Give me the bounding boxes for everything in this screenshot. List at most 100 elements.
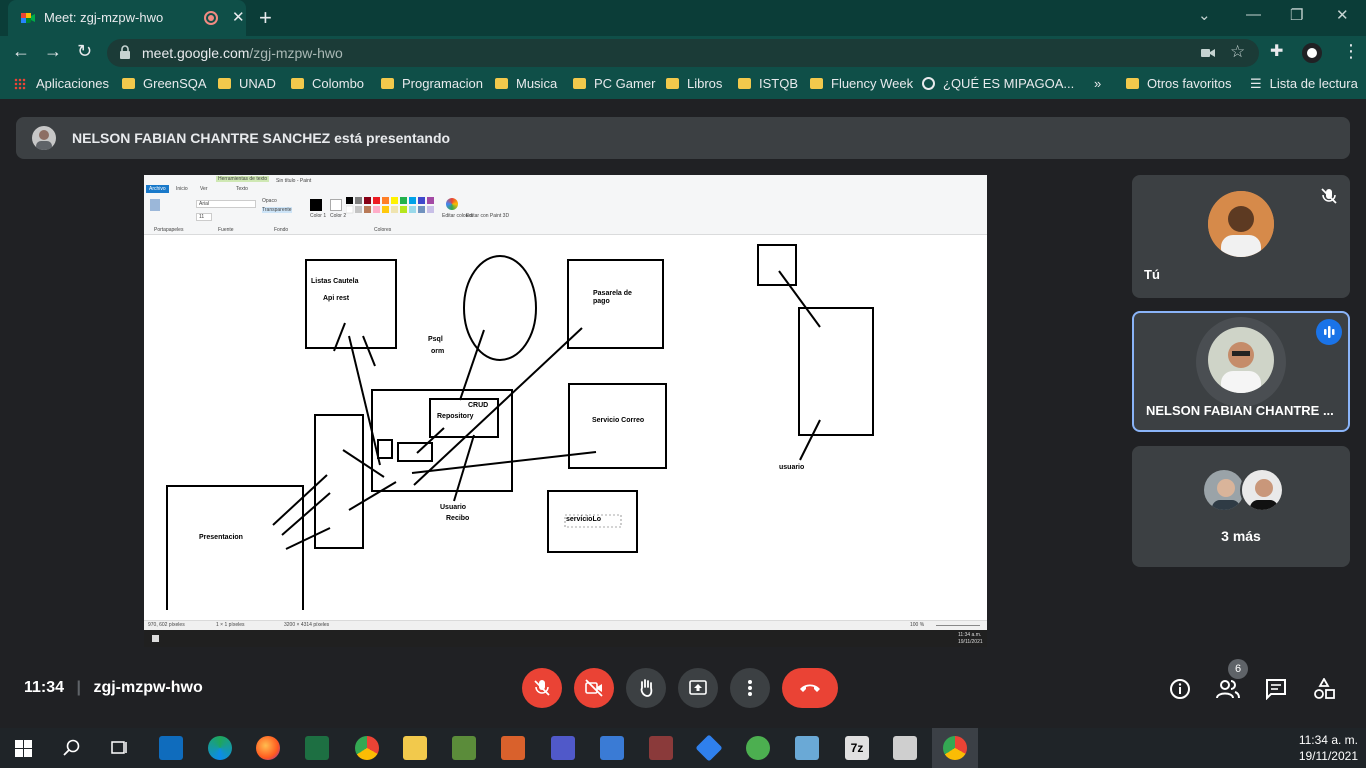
close-window-button[interactable]: ✕	[1336, 6, 1349, 24]
tab-search-icon[interactable]: ⌄	[1198, 6, 1211, 24]
bookmark-fluency-week[interactable]: Fluency Week	[810, 76, 913, 91]
task-view-icon[interactable]	[110, 739, 128, 757]
more-options-button[interactable]	[730, 668, 770, 708]
reading-list-button[interactable]: ☰ Lista de lectura	[1250, 76, 1358, 92]
menu-icon[interactable]: ⋮	[1342, 41, 1360, 62]
bookmark-pc-gamer[interactable]: PC Gamer	[573, 76, 655, 91]
app-icon[interactable]	[501, 736, 525, 760]
minimize-button[interactable]: —	[1246, 6, 1261, 23]
color2-swatch[interactable]	[330, 199, 342, 211]
present-screen-button[interactable]	[678, 668, 718, 708]
extensions-icon[interactable]: ✚	[1270, 41, 1283, 61]
connector-line	[281, 492, 331, 536]
tile-self[interactable]: Tú	[1132, 175, 1350, 298]
edge-icon[interactable]	[208, 736, 232, 760]
tile-presenter[interactable]: NELSON FABIAN CHANTRE ...	[1132, 311, 1350, 432]
reload-button[interactable]: ↻	[77, 41, 92, 62]
bookmark-mipagoa[interactable]: ¿QUÉ ES MIPAGOA...	[922, 76, 1074, 91]
zoom-slider[interactable]	[936, 625, 980, 626]
status-size: 3200 × 4314 píxeles	[284, 622, 330, 628]
raise-hand-button[interactable]	[626, 668, 666, 708]
color-palette[interactable]	[345, 197, 442, 221]
bookmark-libros[interactable]: Libros	[666, 76, 722, 91]
search-icon[interactable]	[63, 739, 81, 757]
group-colors-label: Colores	[374, 227, 392, 233]
restore-button[interactable]: ❐	[1290, 6, 1303, 24]
bookmark-colombo[interactable]: Colombo	[291, 76, 364, 91]
green-app-icon[interactable]	[746, 736, 770, 760]
new-tab-button[interactable]: +	[259, 5, 272, 31]
bookmark-greensqa[interactable]: GreenSQA	[122, 76, 207, 91]
bookmark-istqb[interactable]: ISTQB	[738, 76, 798, 91]
paint-status-bar: 970, 602 píxeles 1 × 1 píxeles 3200 × 43…	[144, 620, 987, 630]
file-explorer-icon[interactable]	[403, 736, 427, 760]
excel-icon[interactable]	[305, 736, 329, 760]
teams-icon[interactable]	[551, 736, 575, 760]
camera-icon[interactable]	[1201, 47, 1215, 59]
bookmarks-bar: Aplicaciones GreenSQA UNAD Colombo Progr…	[0, 69, 1366, 99]
notes-app-icon[interactable]	[795, 736, 819, 760]
meeting-info-icon[interactable]	[1169, 678, 1191, 700]
profile-avatar[interactable]	[1302, 43, 1322, 63]
bookmark-apps[interactable]: Aplicaciones	[14, 76, 109, 91]
leave-call-button[interactable]	[782, 668, 838, 708]
label-servicio[interactable]: servicioLo	[566, 516, 601, 523]
close-tab-icon[interactable]: ✕	[232, 8, 245, 26]
windows-start-icon[interactable]	[15, 740, 32, 757]
bookmark-star-icon[interactable]: ☆	[1230, 42, 1245, 62]
font-size-select[interactable]: 11	[196, 213, 212, 221]
tile-self-name: Tú	[1144, 267, 1160, 282]
transparent-option[interactable]: Transparente	[262, 207, 292, 213]
toggle-mic-button[interactable]	[522, 668, 562, 708]
url-text: meet.google.com/zgj-mzpw-hwo	[142, 45, 343, 61]
edit-colors-icon[interactable]	[446, 198, 458, 210]
correo-box	[568, 383, 667, 469]
label-usuario2: usuario	[779, 464, 805, 471]
paint-tab-inicio[interactable]: Inicio	[176, 186, 188, 192]
small-top-box	[757, 244, 797, 286]
back-button[interactable]: ←	[12, 41, 30, 62]
paste-icon[interactable]	[150, 199, 160, 211]
mic-off-icon	[1321, 188, 1337, 204]
middle-tall-box	[314, 414, 364, 549]
notepadpp-icon[interactable]	[452, 736, 476, 760]
opaque-option[interactable]: Opaco	[262, 198, 277, 204]
color1-swatch[interactable]	[310, 199, 322, 211]
remote-desktop-icon[interactable]	[600, 736, 624, 760]
remote-clock-time: 11:34 a.m.	[958, 632, 982, 638]
7zip-icon[interactable]: 7z	[845, 736, 869, 760]
git-app-icon[interactable]	[695, 734, 723, 762]
window-app-icon[interactable]	[893, 736, 917, 760]
address-bar[interactable]: meet.google.com/zgj-mzpw-hwo ☆	[107, 39, 1259, 67]
toggle-camera-button[interactable]	[574, 668, 614, 708]
paint-tab-ver[interactable]: Ver	[200, 186, 208, 192]
bookmark-programacion[interactable]: Programacion	[381, 76, 483, 91]
taskbar-clock[interactable]: 11:34 a. m. 19/11/2021	[1299, 732, 1358, 764]
outlook-icon[interactable]	[159, 736, 183, 760]
chrome-icon[interactable]	[355, 736, 379, 760]
firefox-icon[interactable]	[256, 736, 280, 760]
connector-line	[348, 335, 381, 466]
paint-tab-archivo[interactable]: Archivo	[146, 185, 169, 193]
paint-canvas[interactable]	[144, 235, 987, 610]
folder-icon	[381, 78, 394, 89]
bookmark-musica[interactable]: Musica	[495, 76, 557, 91]
tile-more-participants[interactable]: 3 más	[1132, 446, 1350, 567]
browser-tab-meet[interactable]: Meet: zgj-mzpw-hwo ✕	[8, 0, 246, 36]
font-select[interactable]: Arial	[196, 200, 256, 208]
bookmark-otros-favoritos[interactable]: Otros favoritos	[1126, 76, 1232, 91]
globe-icon	[922, 77, 935, 90]
chat-icon[interactable]	[1265, 678, 1287, 700]
connector-line	[285, 527, 331, 550]
connector-line	[362, 335, 376, 367]
chrome-active-taskbar-item[interactable]	[932, 728, 978, 768]
bookmark-unad[interactable]: UNAD	[218, 76, 276, 91]
people-icon[interactable]	[1216, 678, 1240, 700]
forward-button[interactable]: →	[44, 41, 62, 62]
folder-icon	[1126, 78, 1139, 89]
activities-icon[interactable]	[1313, 678, 1335, 700]
bookmarks-overflow-button[interactable]: »	[1094, 76, 1101, 91]
meeting-time: 11:34	[24, 679, 65, 696]
chart-app-icon[interactable]	[649, 736, 673, 760]
paint-tab-texto[interactable]: Texto	[236, 186, 248, 192]
